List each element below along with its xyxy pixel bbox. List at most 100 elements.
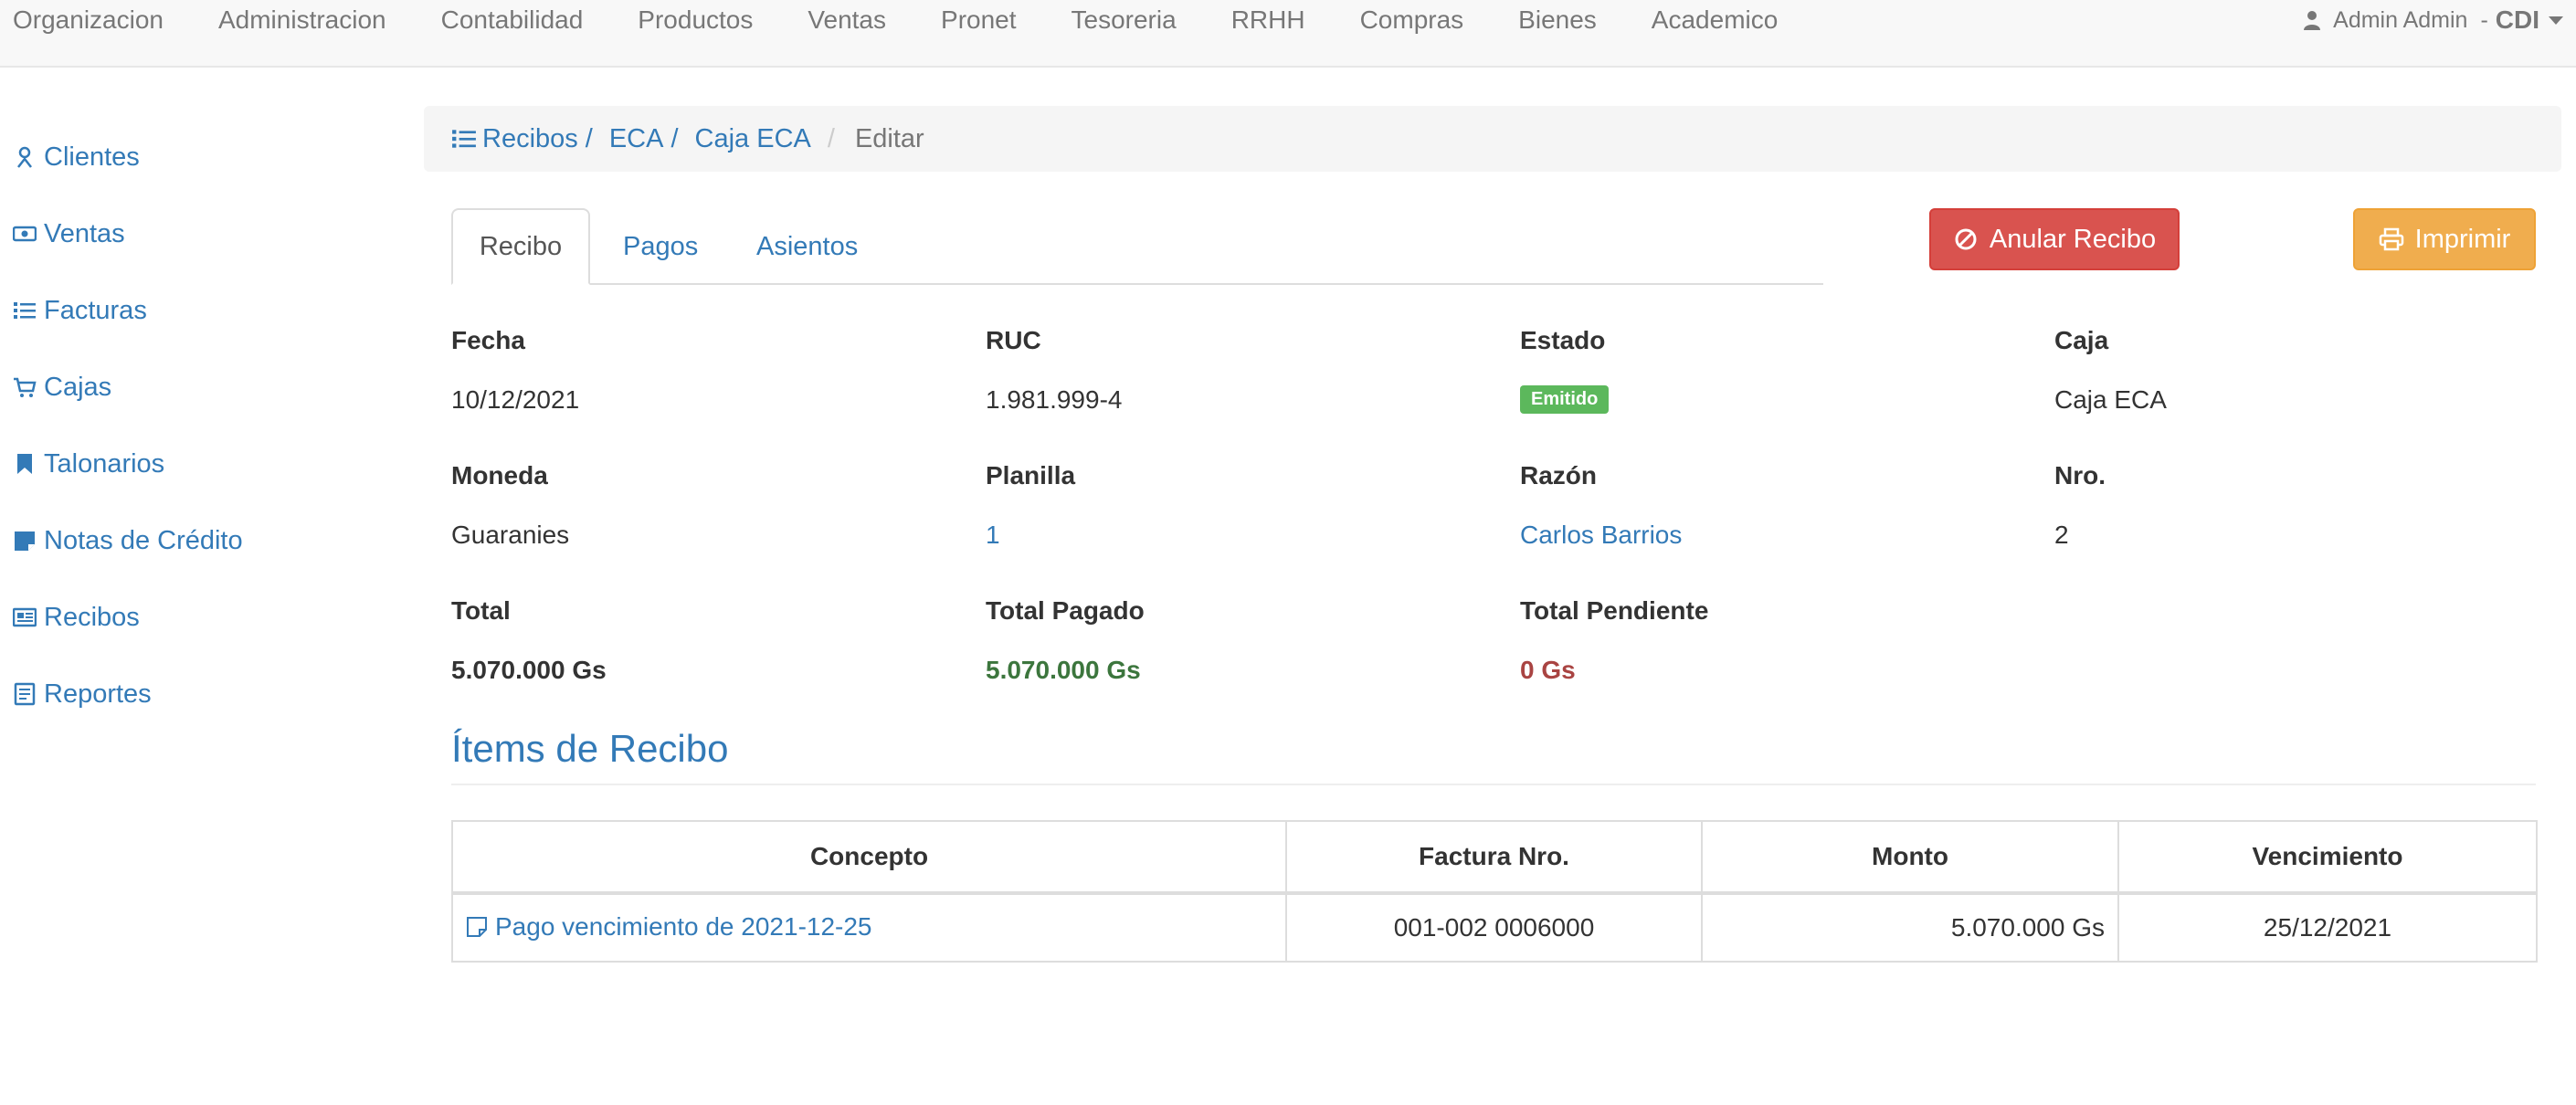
menu-compras[interactable]: Compras bbox=[1360, 5, 1464, 35]
sidebar-item-label: Reportes bbox=[44, 679, 152, 709]
section-divider bbox=[451, 784, 2536, 785]
report-icon bbox=[14, 682, 36, 706]
user-separator: - bbox=[2480, 6, 2488, 33]
breadcrumb-active: Editar bbox=[854, 123, 924, 153]
concepto-cell: Pago vencimiento de 2021-12-25 bbox=[451, 892, 1287, 963]
newspaper-icon bbox=[13, 607, 37, 627]
total-pagado-value: 5.070.000 Gs bbox=[986, 656, 1141, 684]
cart-icon bbox=[14, 377, 37, 397]
money-icon bbox=[13, 226, 37, 242]
tab-recibo[interactable]: Recibo bbox=[451, 208, 590, 285]
sidebar-item-label: Ventas bbox=[44, 218, 125, 248]
imprimir-label: Imprimir bbox=[2414, 224, 2511, 254]
monto-cell: 5.070.000 Gs bbox=[1701, 892, 2119, 963]
sidebar-item-notas-de-credito[interactable]: Notas de Crédito bbox=[13, 502, 243, 579]
sidebar-item-label: Cajas bbox=[44, 372, 112, 402]
breadcrumb: Recibos / ECA / Caja ECA / Editar bbox=[424, 106, 2561, 172]
list-icon bbox=[14, 302, 36, 319]
ban-icon bbox=[1955, 228, 1977, 250]
menu-academico[interactable]: Academico bbox=[1652, 5, 1779, 35]
chevron-down-icon bbox=[2549, 16, 2563, 25]
nro-value: 2 bbox=[2054, 521, 2069, 549]
breadcrumb-separator: / bbox=[670, 123, 679, 153]
ruc-label: RUC bbox=[986, 326, 1041, 354]
user-name: Admin Admin bbox=[2333, 6, 2468, 33]
estado-label: Estado bbox=[1520, 326, 1606, 354]
top-navbar: Organizacion Administracion Contabilidad… bbox=[0, 0, 2576, 68]
tab-asientos[interactable]: Asientos bbox=[756, 208, 858, 285]
total-label: Total bbox=[451, 596, 511, 625]
breadcrumb-separator: / bbox=[585, 123, 593, 153]
tab-pagos[interactable]: Pagos bbox=[623, 208, 698, 285]
sticky-note-icon bbox=[15, 531, 35, 551]
tab-bar: Recibo Pagos Asientos bbox=[451, 208, 1823, 285]
menu-bienes[interactable]: Bienes bbox=[1518, 5, 1597, 35]
ruc-value: 1.981.999-4 bbox=[986, 385, 1123, 414]
planilla-link[interactable]: 1 bbox=[986, 521, 1000, 550]
planilla-label: Planilla bbox=[986, 461, 1076, 489]
imprimir-button[interactable]: Imprimir bbox=[2353, 208, 2536, 270]
user-menu[interactable]: Admin Admin - CDI bbox=[2300, 0, 2563, 40]
moneda-value: Guaranies bbox=[451, 521, 570, 549]
organization-name: CDI bbox=[2495, 5, 2539, 34]
menu-pronet[interactable]: Pronet bbox=[941, 5, 1017, 35]
sidebar-item-facturas[interactable]: Facturas bbox=[13, 272, 243, 349]
anular-recibo-button[interactable]: Anular Recibo bbox=[1929, 208, 2180, 270]
menu-tesoreria[interactable]: Tesoreria bbox=[1072, 5, 1177, 35]
list-icon bbox=[452, 130, 476, 148]
menu-ventas[interactable]: Ventas bbox=[808, 5, 886, 35]
table-row: Pago vencimiento de 2021-12-25 001-002 0… bbox=[451, 892, 2538, 963]
menu-administracion[interactable]: Administracion bbox=[218, 5, 386, 35]
razon-label: Razón bbox=[1520, 461, 1597, 489]
vencimiento-cell: 25/12/2021 bbox=[2117, 892, 2538, 963]
breadcrumb-separator: / bbox=[827, 123, 835, 153]
menu-rrhh[interactable]: RRHH bbox=[1231, 5, 1305, 35]
sidebar-item-ventas[interactable]: Ventas bbox=[13, 195, 243, 272]
column-header-monto: Monto bbox=[1701, 820, 2119, 895]
sidebar-item-clientes[interactable]: Clientes bbox=[13, 119, 243, 195]
sidebar: Clientes Ventas Facturas Cajas Talonario… bbox=[13, 119, 243, 732]
column-header-vencimiento: Vencimiento bbox=[2117, 820, 2538, 895]
caja-label: Caja bbox=[2054, 326, 2109, 354]
fecha-label: Fecha bbox=[451, 326, 525, 354]
sidebar-item-recibos[interactable]: Recibos bbox=[13, 579, 243, 656]
razon-link[interactable]: Carlos Barrios bbox=[1520, 521, 1682, 550]
print-icon bbox=[2379, 227, 2403, 251]
concepto-text: Pago vencimiento de 2021-12-25 bbox=[495, 911, 872, 941]
total-value: 5.070.000 Gs bbox=[451, 656, 607, 684]
sidebar-item-talonarios[interactable]: Talonarios bbox=[13, 426, 243, 502]
breadcrumb-caja[interactable]: Caja ECA bbox=[695, 124, 811, 154]
anular-recibo-label: Anular Recibo bbox=[1989, 224, 2157, 254]
menu-contabilidad[interactable]: Contabilidad bbox=[441, 5, 584, 35]
status-badge: Emitido bbox=[1520, 385, 1610, 414]
sidebar-item-reportes[interactable]: Reportes bbox=[13, 656, 243, 732]
column-header-concepto: Concepto bbox=[451, 820, 1287, 895]
user-icon bbox=[17, 146, 32, 168]
sidebar-item-label: Notas de Crédito bbox=[44, 525, 243, 555]
fecha-value: 10/12/2021 bbox=[451, 385, 580, 414]
user-icon bbox=[2304, 11, 2321, 30]
total-pendiente-value: 0 Gs bbox=[1520, 656, 1576, 684]
sticky-note-icon bbox=[467, 916, 487, 937]
breadcrumb-eca[interactable]: ECA bbox=[609, 124, 664, 154]
moneda-label: Moneda bbox=[451, 461, 548, 489]
caja-value: Caja ECA bbox=[2054, 385, 2167, 414]
total-pendiente-label: Total Pendiente bbox=[1520, 596, 1709, 625]
sidebar-item-label: Talonarios bbox=[44, 448, 165, 479]
main-menu: Organizacion Administracion Contabilidad… bbox=[13, 0, 1832, 40]
sidebar-item-label: Facturas bbox=[44, 295, 147, 325]
table-header-row: Concepto Factura Nro. Monto Vencimiento bbox=[451, 820, 2538, 895]
sidebar-item-label: Clientes bbox=[44, 142, 140, 172]
page: Organizacion Administracion Contabilidad… bbox=[0, 0, 2576, 1105]
bookmark-icon bbox=[17, 454, 32, 474]
column-header-factura: Factura Nro. bbox=[1285, 820, 1703, 895]
menu-organizacion[interactable]: Organizacion bbox=[13, 5, 164, 35]
items-section-title: Ítems de Recibo bbox=[451, 727, 729, 770]
nro-label: Nro. bbox=[2054, 461, 2106, 489]
menu-productos[interactable]: Productos bbox=[638, 5, 753, 35]
total-pagado-label: Total Pagado bbox=[986, 596, 1145, 625]
breadcrumb-recibos[interactable]: Recibos bbox=[482, 124, 578, 154]
factura-cell: 001-002 0006000 bbox=[1285, 892, 1703, 963]
concepto-link[interactable]: Pago vencimiento de 2021-12-25 bbox=[466, 912, 872, 942]
sidebar-item-cajas[interactable]: Cajas bbox=[13, 349, 243, 426]
